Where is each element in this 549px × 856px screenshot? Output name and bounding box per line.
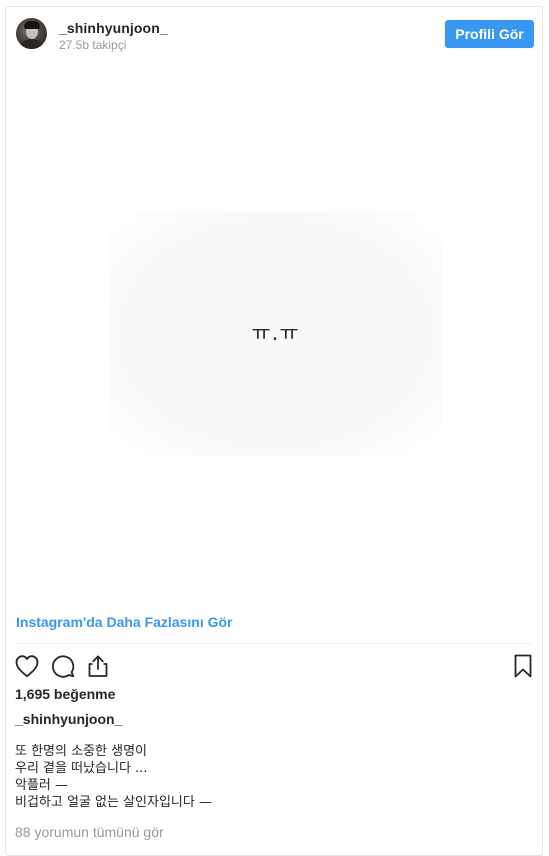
caption-author[interactable]: _shinhyunjoon_ [15, 711, 122, 727]
share-icon[interactable] [84, 652, 112, 680]
post-media[interactable]: ㅠ.ㅠ [6, 59, 542, 603]
caption-line: 악플러 — [15, 778, 69, 793]
view-more-link[interactable]: Instagram'da Daha Fazlasını Gör [16, 614, 233, 630]
view-all-comments-link[interactable]: 88 yorumun tümünü gör [15, 824, 164, 840]
avatar-hair [24, 21, 40, 29]
bookmark-icon[interactable] [509, 652, 537, 680]
post-header: _shinhyunjoon_ 27.5b takipçi Profili Gör [6, 7, 542, 59]
caption-line: 우리 곁을 떠났습니다 ... [15, 761, 148, 776]
comment-icon[interactable] [49, 652, 77, 680]
post-image: ㅠ.ㅠ [109, 211, 442, 456]
image-text: ㅠ.ㅠ [251, 321, 300, 345]
divider [16, 643, 532, 644]
like-count[interactable]: 1,695 beğenme [15, 686, 115, 702]
heart-icon[interactable] [13, 652, 41, 680]
view-profile-button[interactable]: Profili Gör [445, 20, 534, 48]
instagram-embed-card: _shinhyunjoon_ 27.5b takipçi Profili Gör… [5, 6, 543, 856]
follower-count: 27.5b takipçi [59, 38, 127, 52]
caption-line: 또 한명의 소중한 생명이 [15, 744, 147, 759]
username[interactable]: _shinhyunjoon_ [59, 20, 168, 36]
caption-text: 또 한명의 소중한 생명이 우리 곁을 떠났습니다 ... 악플러 — 비겁하고… [15, 743, 212, 811]
avatar[interactable] [16, 18, 47, 49]
caption-line: 비겁하고 얼굴 없는 살인자입니다 — [15, 795, 212, 810]
avatar-shoulder [19, 39, 44, 49]
